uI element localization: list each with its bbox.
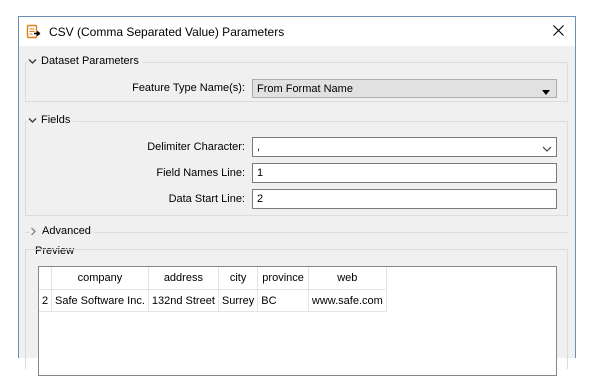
dataset-parameters-header[interactable]: Dataset Parameters [28,55,142,67]
table-row[interactable]: 2 Safe Software Inc. 132nd Street Surrey… [39,289,387,312]
delimiter-label: Delimiter Character: [147,141,245,153]
table-cell-web[interactable]: www.safe.com [308,289,387,312]
dropdown-arrow-icon [542,86,550,98]
data-start-line-input[interactable]: 2 [252,189,557,209]
row-number-header [39,267,52,290]
column-header-address[interactable]: address [148,267,219,290]
table-cell-address[interactable]: 132nd Street [148,289,219,312]
feature-type-dropdown[interactable]: From Format Name [252,79,557,98]
advanced-title: Advanced [42,225,91,237]
chevron-down-icon [28,116,37,125]
advanced-header[interactable]: Advanced [29,225,94,237]
window-title: CSV (Comma Separated Value) Parameters [49,25,285,39]
table-cell-province[interactable]: BC [257,289,309,312]
chevron-right-icon [29,227,38,236]
delimiter-combobox[interactable]: , [252,137,557,157]
delimiter-value: , [257,141,261,153]
fields-header[interactable]: Fields [28,114,74,126]
table-cell-city[interactable]: Surrey [218,289,259,312]
chevron-down-icon [542,142,552,160]
column-header-web[interactable]: web [308,267,387,290]
column-header-province[interactable]: province [257,267,309,290]
parameters-dialog: CSV (Comma Separated Value) Parameters D… [18,16,576,376]
data-start-line-label: Data Start Line: [168,193,245,205]
feature-type-label: Feature Type Name(s): [132,82,245,94]
feature-type-value: From Format Name [257,83,353,95]
column-header-city[interactable]: city [218,267,259,290]
preview-table[interactable]: company address city province web 2 Safe… [38,266,557,376]
field-names-line-label: Field Names Line: [156,167,245,179]
dataset-parameters-title: Dataset Parameters [41,55,139,67]
chevron-down-icon [28,57,37,66]
row-number: 2 [39,289,52,312]
close-button[interactable] [541,17,575,46]
close-icon [552,24,564,39]
csv-file-export-icon [26,24,42,40]
fields-title: Fields [41,114,71,126]
table-cell-company[interactable]: Safe Software Inc. [51,289,149,312]
title-bar[interactable]: CSV (Comma Separated Value) Parameters [19,17,575,46]
column-header-company[interactable]: company [51,267,149,290]
field-names-line-input[interactable]: 1 [252,163,557,183]
advanced-group [25,232,568,233]
